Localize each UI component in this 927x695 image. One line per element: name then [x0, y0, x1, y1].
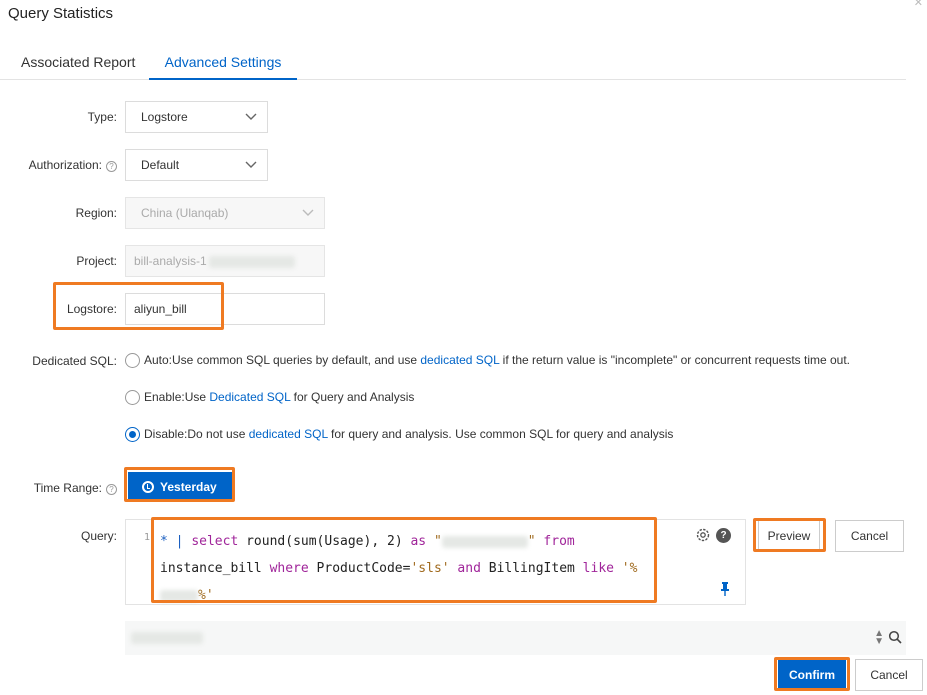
tab-bar: Associated Report Advanced Settings — [0, 44, 906, 80]
chevron-down-icon — [245, 102, 257, 132]
tab-associated-report[interactable]: Associated Report — [21, 54, 135, 70]
code-token: BillingItem — [480, 561, 583, 576]
clock-icon — [142, 481, 154, 493]
dialog-title: Query Statistics — [8, 5, 114, 22]
code-token: 'sls' — [410, 561, 450, 576]
type-select-value: Logstore — [141, 110, 188, 124]
radio-button-checked[interactable] — [125, 427, 140, 442]
authorization-label: Authorization:? — [29, 158, 117, 172]
results-bar: ▲ ▼ — [125, 621, 906, 655]
region-label: Region: — [75, 206, 117, 220]
chevron-down-icon — [245, 150, 257, 180]
code-token: as — [410, 534, 427, 549]
region-select-value: China (Ulanqab) — [141, 206, 229, 220]
logstore-label: Logstore: — [66, 302, 117, 316]
time-range-button-label: Yesterday — [160, 480, 217, 494]
dedicated-sql-label: Dedicated SQL: — [32, 354, 117, 368]
option-text: if the return value is "incomplete" or c… — [499, 353, 851, 367]
dedicated-sql-option-auto[interactable]: Auto:Use common SQL queries by default, … — [125, 353, 850, 368]
redacted-text — [441, 535, 528, 548]
code-token: round(sum(Usage), 2) — [238, 534, 411, 549]
code-token: like — [582, 561, 614, 576]
project-label: Project: — [76, 254, 117, 268]
code-token: '% — [613, 561, 638, 576]
query-editor[interactable]: 1 * | select round(sum(Usage), 2) as " " … — [125, 519, 746, 605]
query-label: Query: — [80, 529, 117, 543]
redacted-text — [160, 589, 198, 602]
close-icon[interactable]: ✕ — [914, 0, 923, 9]
option-text: for Query and Analysis — [290, 390, 415, 404]
chevron-down-icon — [302, 198, 314, 228]
time-range-label-text: Time Range: — [33, 481, 102, 495]
radio-button[interactable] — [125, 353, 140, 368]
redacted-text — [208, 255, 295, 268]
sort-icon[interactable]: ▲ ▼ — [874, 629, 884, 647]
dedicated-sql-link[interactable]: Dedicated SQL — [209, 390, 290, 404]
code-token: and — [449, 561, 481, 576]
radio-button[interactable] — [125, 390, 140, 405]
time-range-label: Time Range:? — [34, 481, 117, 495]
option-text: Enable:Use — [144, 390, 210, 404]
code-token: " — [426, 534, 442, 549]
authorization-select-value: Default — [141, 158, 180, 172]
code-token: %' — [198, 588, 214, 603]
code-token: select — [191, 534, 239, 549]
authorization-label-text: Authorization: — [28, 158, 102, 172]
tab-advanced-settings[interactable]: Advanced Settings — [149, 44, 297, 80]
project-field-value: bill-analysis-1 — [134, 254, 207, 268]
gear-icon[interactable] — [695, 527, 711, 546]
option-text: for query and analysis. Use common SQL f… — [327, 427, 674, 441]
type-label: Type: — [87, 110, 117, 124]
option-text: Auto:Use common SQL queries by default, … — [144, 353, 421, 367]
code-token: instance_bill — [160, 561, 270, 576]
confirm-button[interactable]: Confirm — [778, 659, 846, 691]
cancel-button[interactable]: Cancel — [855, 659, 923, 691]
dedicated-sql-link[interactable]: dedicated SQL — [249, 427, 328, 441]
preview-button[interactable]: Preview — [758, 520, 820, 552]
search-icon[interactable] — [888, 630, 902, 647]
authorization-select[interactable]: Default — [125, 149, 268, 181]
dedicated-sql-link[interactable]: dedicated SQL — [420, 353, 499, 367]
help-icon[interactable]: ? — [106, 161, 117, 172]
pin-icon[interactable] — [720, 582, 730, 599]
project-field: bill-analysis-1 — [125, 245, 325, 277]
logstore-field[interactable]: aliyun_bill — [125, 293, 325, 325]
code-token: * | — [160, 534, 192, 549]
option-text: Disable:Do not use — [144, 427, 249, 441]
code-token: ProductCode= — [308, 561, 411, 576]
dedicated-sql-option-enable[interactable]: Enable:Use Dedicated SQL for Query and A… — [125, 390, 414, 405]
help-icon[interactable]: ? — [716, 528, 731, 543]
help-icon[interactable]: ? — [106, 484, 117, 495]
region-select: China (Ulanqab) — [125, 197, 325, 229]
time-range-button[interactable]: Yesterday — [128, 472, 232, 502]
code-token: where — [269, 561, 309, 576]
type-select[interactable]: Logstore — [125, 101, 268, 133]
line-number: 1 — [144, 532, 151, 543]
dedicated-sql-option-disable[interactable]: Disable:Do not use dedicated SQL for que… — [125, 427, 673, 442]
code-token: from — [535, 534, 575, 549]
cancel-query-button[interactable]: Cancel — [835, 520, 904, 552]
query-code[interactable]: * | select round(sum(Usage), 2) as " " fr… — [160, 528, 652, 609]
logstore-field-value: aliyun_bill — [134, 302, 187, 316]
code-token: " — [527, 534, 536, 549]
redacted-text — [131, 632, 203, 644]
